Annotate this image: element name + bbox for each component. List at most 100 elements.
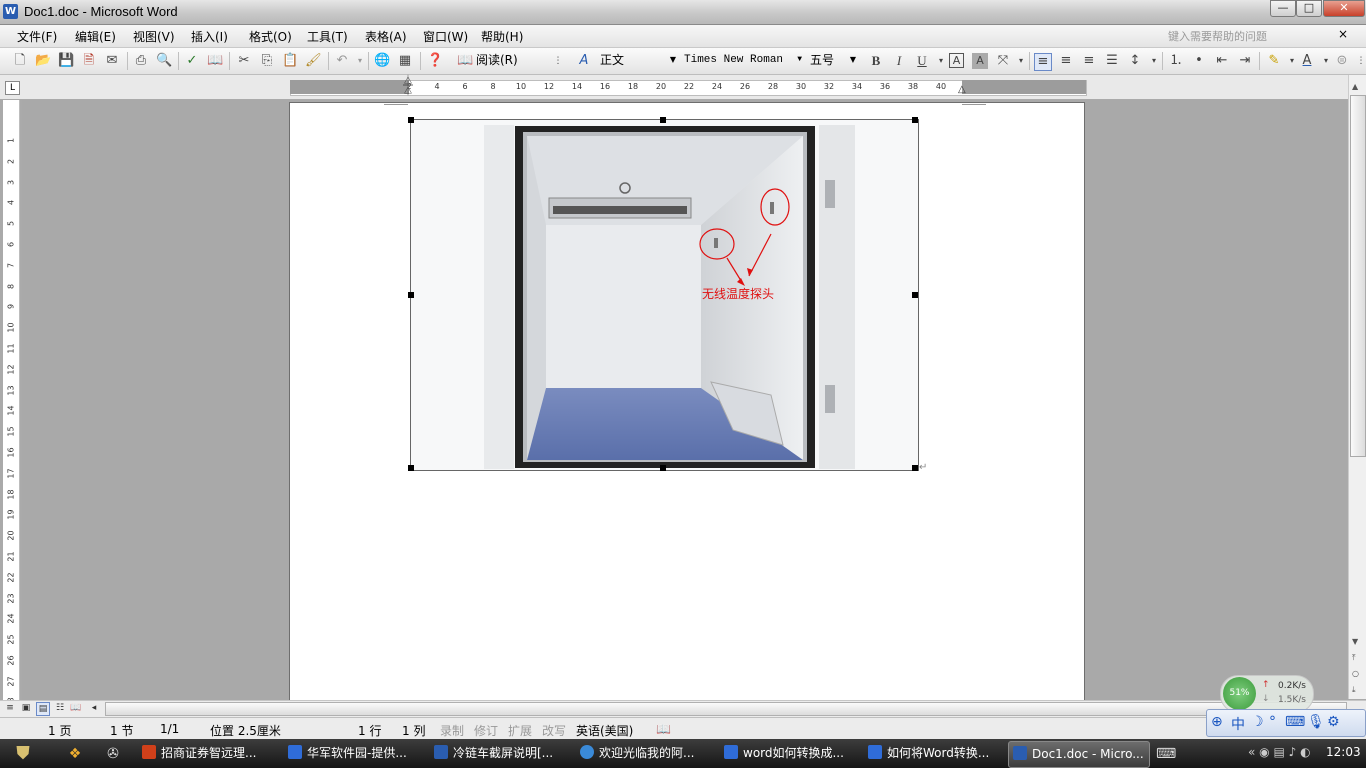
menu-file[interactable]: 文件(F) (17, 28, 57, 45)
ime-chinese-mode-icon[interactable]: 中 (1231, 714, 1245, 734)
select-browse-object-icon[interactable]: ○ (1352, 669, 1359, 678)
taskbar-item[interactable]: 如何将Word转换... (864, 741, 1008, 766)
undo-icon[interactable]: ↶ (334, 53, 350, 69)
taskbar-item[interactable]: 招商证券智远理... (138, 741, 282, 766)
permission-icon[interactable]: 🗎 (81, 53, 97, 69)
ime-punctuation-icon[interactable]: ° (1269, 714, 1276, 730)
phonetic-icon[interactable]: ⊜ (1334, 53, 1350, 69)
copy-icon[interactable]: ⎘ (259, 53, 275, 69)
print-icon[interactable]: ⎙ (133, 53, 149, 69)
menu-view[interactable]: 视图(V) (133, 28, 175, 45)
menu-window[interactable]: 窗口(W) (423, 28, 468, 45)
document-close-icon[interactable]: × (1338, 27, 1348, 41)
font-color-icon[interactable]: A (1299, 53, 1315, 69)
resize-handle[interactable] (912, 117, 918, 123)
resize-handle[interactable] (408, 117, 414, 123)
taskbar-item[interactable]: 欢迎光临我的阿... (576, 741, 720, 766)
print-layout-view-icon[interactable]: ▤ (36, 702, 50, 716)
style-dropdown[interactable]: 正文 ▼ (600, 51, 676, 69)
scroll-left-icon[interactable]: ◂ (88, 702, 100, 714)
resize-handle[interactable] (912, 465, 918, 471)
vertical-scrollbar[interactable]: ▲ ▼ ⤒ ○ ⤓ (1348, 75, 1366, 699)
right-indent-marker-icon[interactable]: △ (958, 84, 966, 95)
ime-settings-icon[interactable]: ⚙ (1327, 714, 1340, 730)
highlight-icon[interactable]: ✎ (1266, 53, 1282, 69)
tab-selector[interactable]: L (5, 81, 20, 95)
status-language[interactable]: 英语(美国) (576, 722, 633, 739)
previous-page-icon[interactable]: ⤒ (1352, 653, 1356, 663)
quick-launch-icon[interactable]: ❖ (66, 745, 84, 763)
menu-help[interactable]: 帮助(H) (481, 28, 523, 45)
spelling-icon[interactable]: ✓ (184, 53, 200, 69)
taskbar-item-active[interactable]: Doc1.doc - Micro... (1008, 741, 1150, 768)
help-icon[interactable]: ❓ (427, 53, 443, 69)
align-center-icon[interactable]: ≡ (1058, 53, 1074, 69)
numbering-icon[interactable]: ⒈ (1168, 53, 1184, 69)
scroll-up-icon[interactable]: ▲ (1352, 82, 1358, 91)
vertical-ruler[interactable]: 1 2 3 4 5 6 7 8 9 10 11 12 13 14 15 16 17 18 19 20 21 22 23 24 2… (3, 100, 20, 707)
read-mode-icon[interactable]: 📖 (457, 53, 473, 69)
menu-table[interactable]: 表格(A) (365, 28, 407, 45)
inserted-picture[interactable] (410, 119, 919, 471)
menu-edit[interactable]: 编辑(E) (75, 28, 116, 45)
reading-view-icon[interactable]: 📖 (70, 702, 82, 714)
taskbar-item[interactable]: word如何转换成... (720, 741, 864, 766)
character-border-icon[interactable]: A (949, 53, 964, 68)
line-spacing-icon[interactable]: ↕ (1127, 53, 1143, 69)
maximize-button[interactable]: □ (1296, 0, 1322, 17)
read-mode-button[interactable]: 阅读(R) (476, 51, 518, 69)
italic-button[interactable]: I (891, 53, 907, 69)
indent-marker-icon[interactable]: ⏅ ⏄ (403, 77, 413, 97)
new-document-icon[interactable]: 🗋 (12, 53, 28, 69)
taskbar-item[interactable]: 华军软件园-提供... (284, 741, 428, 766)
print-preview-icon[interactable]: 🔍 (156, 53, 172, 69)
bullets-icon[interactable]: • (1191, 53, 1207, 69)
cut-icon[interactable]: ✂ (236, 53, 252, 69)
email-icon[interactable]: ✉ (104, 53, 120, 69)
underline-button[interactable]: U (914, 53, 930, 69)
styles-pane-icon[interactable]: A (576, 53, 592, 69)
resize-handle[interactable] (408, 292, 414, 298)
word-app-icon[interactable]: W (3, 4, 18, 19)
clock[interactable]: 12:03 (1326, 745, 1361, 759)
save-icon[interactable]: 💾 (58, 53, 74, 69)
menu-tools[interactable]: 工具(T) (307, 28, 348, 45)
minimize-button[interactable]: — (1270, 0, 1296, 17)
scroll-down-icon[interactable]: ▼ (1352, 637, 1358, 646)
horizontal-scrollbar[interactable] (105, 702, 1347, 716)
menu-insert[interactable]: 插入(I) (191, 28, 228, 45)
font-size-dropdown[interactable]: 五号 ▼ (810, 51, 856, 69)
toolbar-options-icon[interactable]: ⋮ (550, 53, 566, 69)
help-question-input[interactable]: 键入需要帮助的问题 (1168, 28, 1336, 43)
paste-icon[interactable]: 📋 (282, 53, 298, 69)
open-folder-icon[interactable]: 📂 (35, 53, 51, 69)
outline-view-icon[interactable]: ☷ (54, 702, 66, 714)
line-spacing-dropdown-icon[interactable]: ▾ (1146, 53, 1162, 69)
ime-logo-icon[interactable]: ⊕ (1211, 714, 1223, 730)
status-extend[interactable]: 扩展 (508, 722, 532, 739)
highlight-dropdown-icon[interactable]: ▾ (1284, 53, 1300, 69)
font-color-dropdown-icon[interactable]: ▾ (1318, 53, 1334, 69)
decrease-indent-icon[interactable]: ⇤ (1214, 53, 1230, 69)
research-icon[interactable]: 📖 (207, 53, 223, 69)
menu-format[interactable]: 格式(O) (249, 28, 292, 45)
taskbar-item[interactable]: 冷链车截屏说明[... (430, 741, 574, 766)
normal-view-icon[interactable]: ≡ (4, 702, 16, 714)
format-painter-icon[interactable]: 🖌 (305, 53, 322, 69)
ime-halfwidth-icon[interactable]: ☽ (1251, 714, 1264, 730)
justify-left-icon[interactable]: ≡ (1034, 53, 1052, 71)
close-button[interactable]: ✕ (1323, 0, 1365, 17)
next-page-icon[interactable]: ⤓ (1352, 685, 1356, 695)
status-track-changes[interactable]: 修订 (474, 722, 498, 739)
spelling-status-icon[interactable]: 📖 (656, 722, 671, 736)
status-overtype[interactable]: 改写 (542, 722, 566, 739)
system-tray-icons[interactable]: « ◉ ▤ ♪ ◐ (1248, 745, 1311, 759)
resize-handle[interactable] (912, 292, 918, 298)
resize-handle[interactable] (660, 465, 666, 471)
character-scaling-icon[interactable]: ⤧ (995, 53, 1011, 69)
quick-launch-media-icon[interactable]: ✇ (104, 745, 122, 763)
increase-indent-icon[interactable]: ⇥ (1237, 53, 1253, 69)
toolbar-options-icon[interactable]: ⋮ (1353, 53, 1366, 69)
distributed-icon[interactable]: ☰ (1104, 53, 1120, 69)
bold-button[interactable]: B (868, 53, 884, 69)
